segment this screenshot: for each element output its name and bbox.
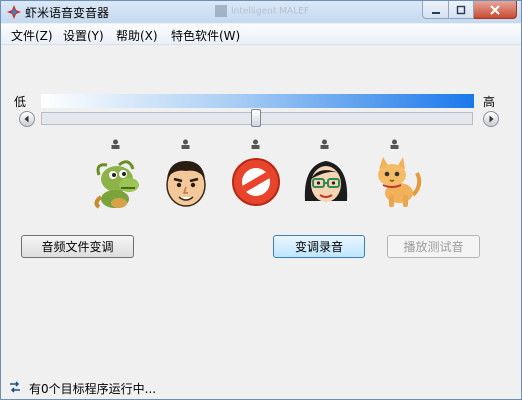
arrow-right-icon xyxy=(489,115,494,123)
swap-arrows-icon xyxy=(10,381,20,393)
preset-marker-man-icon xyxy=(181,139,190,149)
minimize-icon xyxy=(431,11,440,14)
pitch-low-label: 低 xyxy=(14,95,27,109)
no-sign-icon[interactable] xyxy=(229,155,283,209)
status-bar: 有0个目标程序运行中... xyxy=(1,375,521,399)
status-text: 有0个目标程序运行中... xyxy=(29,382,157,396)
close-button[interactable] xyxy=(474,1,517,19)
pitch-record-button[interactable]: 变调录音 xyxy=(273,235,365,258)
preset-marker-woman-icon xyxy=(320,139,329,149)
close-icon xyxy=(490,4,500,15)
menu-bar: 文件(Z) 设置(Y) 帮助(X) 特色软件(W) xyxy=(1,24,521,45)
minimize-button[interactable] xyxy=(422,1,449,19)
arrow-left-icon xyxy=(24,115,29,123)
pitch-gradient-bar xyxy=(41,94,474,108)
woman-glasses-icon[interactable] xyxy=(299,155,353,209)
menu-settings[interactable]: 设置(Y) xyxy=(63,27,104,44)
maximize-button[interactable] xyxy=(449,1,474,19)
pitch-slider-thumb[interactable] xyxy=(251,109,261,127)
preset-marker-dragon-icon xyxy=(111,139,120,149)
menu-featured-software[interactable]: 特色软件(W) xyxy=(171,27,240,44)
background-window-title: Intelligent MALEF xyxy=(215,5,365,19)
play-test-button[interactable]: 播放测试音 xyxy=(387,235,480,258)
audio-file-pitch-button[interactable]: 音频文件变调 xyxy=(21,235,134,258)
preset-marker-cat-icon xyxy=(390,139,399,149)
window-title: 虾米语音变音器 xyxy=(25,6,110,20)
app-window: 虾米语音变音器 Intelligent MALEF 文件(Z) 设置(Y) 帮助… xyxy=(0,0,522,400)
cat-icon[interactable] xyxy=(369,155,423,209)
dragon-icon[interactable] xyxy=(89,155,143,209)
pitch-high-label: 高 xyxy=(483,95,496,109)
slider-left-arrow-button[interactable] xyxy=(19,111,35,127)
window-controls xyxy=(422,1,517,19)
menu-help[interactable]: 帮助(X) xyxy=(116,27,158,44)
maximize-icon xyxy=(456,5,466,14)
man-face-icon[interactable] xyxy=(159,155,213,209)
main-panel: 低 高 音频文件变调 变调录音 播放测试音 xyxy=(1,45,521,375)
title-bar: 虾米语音变音器 Intelligent MALEF xyxy=(1,1,521,23)
preset-marker-none-icon xyxy=(251,139,260,149)
app-logo-icon xyxy=(7,5,21,19)
slider-right-arrow-button[interactable] xyxy=(483,111,499,127)
menu-file[interactable]: 文件(Z) xyxy=(11,27,53,44)
